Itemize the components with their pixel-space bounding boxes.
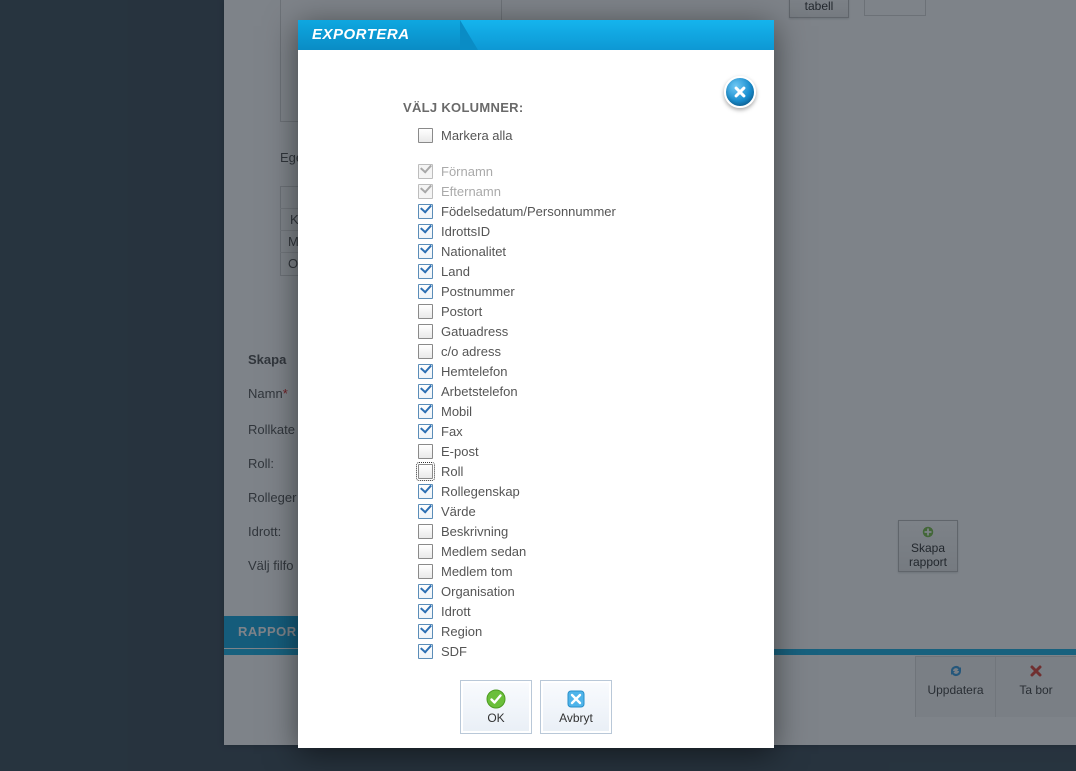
column-row[interactable]: Postnummer <box>418 281 774 301</box>
check-circle-icon <box>486 689 506 709</box>
column-row[interactable]: Region <box>418 621 774 641</box>
column-row[interactable]: Fax <box>418 421 774 441</box>
column-label: Värde <box>441 504 476 519</box>
select-all-checkbox[interactable] <box>418 128 433 143</box>
column-checkbox[interactable] <box>418 344 433 359</box>
column-row[interactable]: Organisation <box>418 581 774 601</box>
column-row[interactable]: Rollegenskap <box>418 481 774 501</box>
column-row: Efternamn <box>418 181 774 201</box>
modal-body: VÄLJ KOLUMNER: Markera alla Förnamn Efter… <box>298 100 774 670</box>
column-row[interactable]: Beskrivning <box>418 521 774 541</box>
column-label: c/o adress <box>441 344 501 359</box>
column-checkbox[interactable] <box>418 204 433 219</box>
column-label: Medlem tom <box>441 564 513 579</box>
column-label: Mobil <box>441 404 472 419</box>
column-row[interactable]: Idrott <box>418 601 774 621</box>
column-row[interactable]: SDF <box>418 641 774 661</box>
column-checkbox[interactable] <box>418 504 433 519</box>
columns-section-title: VÄLJ KOLUMNER: <box>403 100 774 115</box>
column-label: Idrott <box>441 604 471 619</box>
column-checkbox[interactable] <box>418 544 433 559</box>
column-row[interactable]: Nationalitet <box>418 241 774 261</box>
column-row[interactable]: E-post <box>418 441 774 461</box>
column-label: Organisation <box>441 584 515 599</box>
column-row[interactable]: c/o adress <box>418 341 774 361</box>
column-row[interactable]: Arbetstelefon <box>418 381 774 401</box>
cancel-icon <box>566 689 586 709</box>
column-label: Region <box>441 624 482 639</box>
ok-label: OK <box>487 711 504 725</box>
column-row: Förnamn <box>418 161 774 181</box>
modal-title: EXPORTERA <box>298 20 460 50</box>
column-checkbox[interactable] <box>418 484 433 499</box>
column-checkbox <box>418 184 433 199</box>
column-checkbox[interactable] <box>418 284 433 299</box>
column-checkbox[interactable] <box>418 584 433 599</box>
column-row[interactable]: Medlem sedan <box>418 541 774 561</box>
column-label: Beskrivning <box>441 524 508 539</box>
column-label: Hemtelefon <box>441 364 507 379</box>
column-row[interactable]: Gatuadress <box>418 321 774 341</box>
column-label: E-post <box>441 444 479 459</box>
column-label: Födelsedatum/Personnummer <box>441 204 616 219</box>
column-checkbox[interactable] <box>418 604 433 619</box>
column-checkbox[interactable] <box>418 524 433 539</box>
column-label: Förnamn <box>441 164 493 179</box>
column-label: Medlem sedan <box>441 544 526 559</box>
column-row[interactable]: IdrottsID <box>418 221 774 241</box>
column-label: Arbetstelefon <box>441 384 518 399</box>
column-row[interactable]: Medlem tom <box>418 561 774 581</box>
cancel-button[interactable]: Avbryt <box>540 680 612 734</box>
column-label: Rollegenskap <box>441 484 520 499</box>
column-label: Efternamn <box>441 184 501 199</box>
column-label: SDF <box>441 644 467 659</box>
column-checkbox[interactable] <box>418 264 433 279</box>
column-label: IdrottsID <box>441 224 490 239</box>
column-checkbox[interactable] <box>418 464 433 479</box>
column-checkbox[interactable] <box>418 364 433 379</box>
column-row[interactable]: Födelsedatum/Personnummer <box>418 201 774 221</box>
column-label: Land <box>441 264 470 279</box>
column-checkbox[interactable] <box>418 444 433 459</box>
cancel-label: Avbryt <box>559 711 593 725</box>
column-row[interactable]: Land <box>418 261 774 281</box>
column-checkbox[interactable] <box>418 224 433 239</box>
select-all-row[interactable]: Markera alla <box>418 125 774 145</box>
column-checkbox[interactable] <box>418 644 433 659</box>
column-label: Postnummer <box>441 284 515 299</box>
ok-button[interactable]: OK <box>460 680 532 734</box>
column-row[interactable]: Postort <box>418 301 774 321</box>
column-label: Nationalitet <box>441 244 506 259</box>
spacer <box>418 145 774 161</box>
select-all-label: Markera alla <box>441 128 513 143</box>
column-checkbox[interactable] <box>418 244 433 259</box>
column-checkbox[interactable] <box>418 624 433 639</box>
column-checkbox[interactable] <box>418 304 433 319</box>
column-checkbox <box>418 164 433 179</box>
column-row[interactable]: Hemtelefon <box>418 361 774 381</box>
export-modal: EXPORTERA VÄLJ KOLUMNER: Markera alla Fö… <box>298 20 774 748</box>
column-checkbox[interactable] <box>418 424 433 439</box>
modal-header: EXPORTERA <box>298 20 774 50</box>
column-checkbox[interactable] <box>418 404 433 419</box>
column-label: Gatuadress <box>441 324 508 339</box>
modal-footer: OK Avbryt <box>298 680 774 736</box>
column-row[interactable]: Värde <box>418 501 774 521</box>
column-label: Postort <box>441 304 482 319</box>
column-label: Fax <box>441 424 463 439</box>
column-checkbox[interactable] <box>418 384 433 399</box>
column-checkbox[interactable] <box>418 324 433 339</box>
column-row[interactable]: Roll <box>418 461 774 481</box>
column-label: Roll <box>441 464 463 479</box>
column-row[interactable]: Mobil <box>418 401 774 421</box>
column-checkbox[interactable] <box>418 564 433 579</box>
